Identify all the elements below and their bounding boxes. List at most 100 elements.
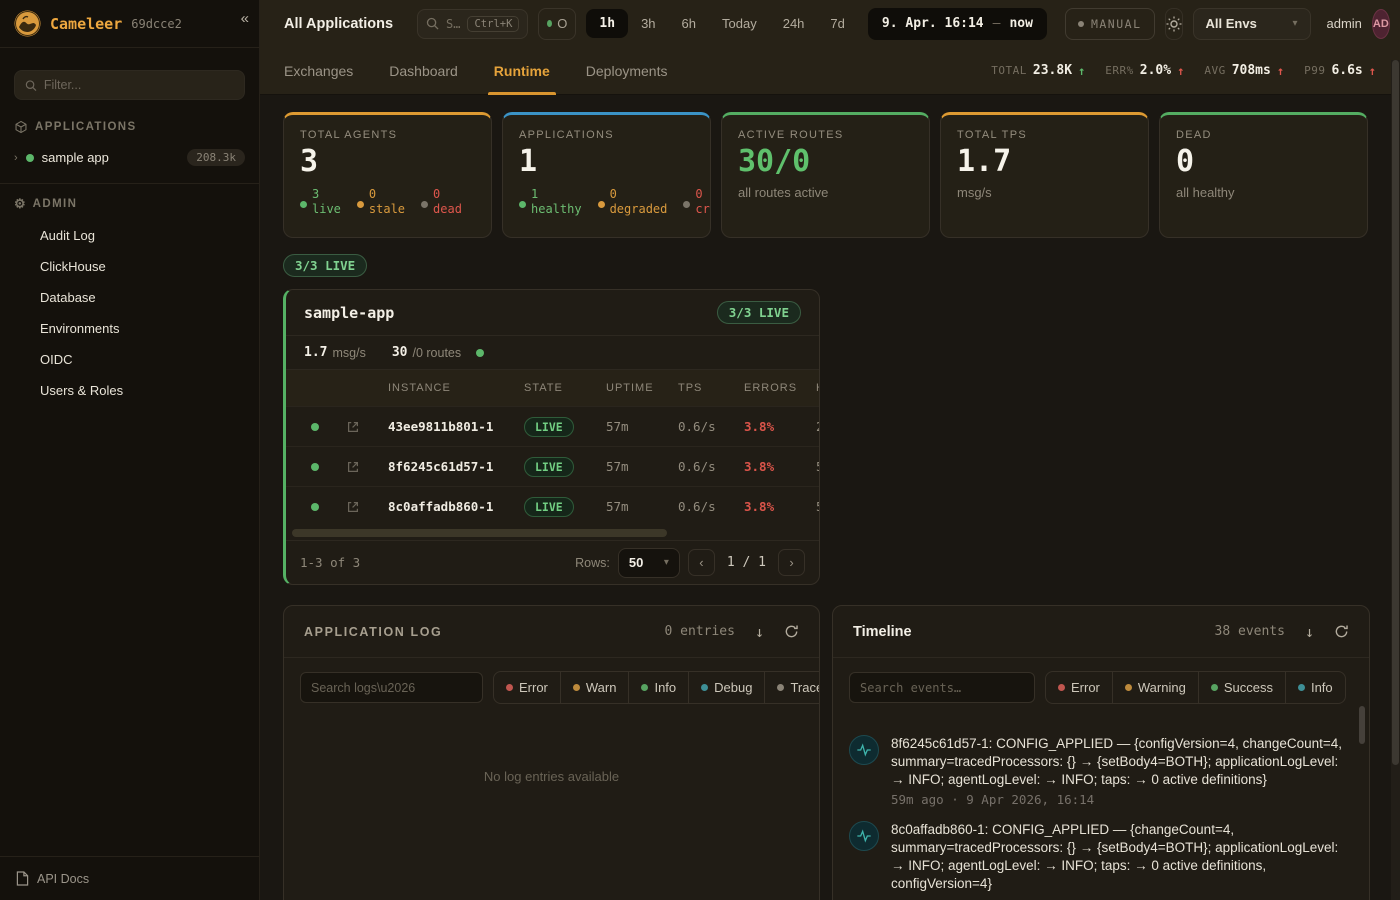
table-row[interactable]: 43ee9811b801-1 LIVE 57m 0.6/s 3.8% 2: [286, 406, 819, 446]
trend-up-icon: ↑: [1369, 64, 1376, 78]
col-extra: H: [816, 382, 820, 394]
substat-num: 0: [369, 187, 405, 202]
external-link-icon[interactable]: [346, 420, 360, 434]
refresh-icon[interactable]: [1334, 624, 1349, 639]
instance-id[interactable]: 8f6245c61d57-1: [374, 459, 524, 474]
timeline-event[interactable]: 8c0affadb860-1: CONFIG_APPLIED — {change…: [849, 821, 1353, 900]
table-horizontal-scrollbar[interactable]: [292, 529, 813, 537]
next-page-button[interactable]: ›: [778, 549, 805, 576]
scrollbar-thumb[interactable]: [1392, 60, 1399, 765]
tab-exchanges[interactable]: Exchanges: [284, 47, 353, 95]
time-range-24h[interactable]: 24h: [770, 9, 818, 38]
routes-unit: /0 routes: [412, 346, 461, 360]
card-label: TOTAL AGENTS: [300, 129, 475, 141]
theme-toggle-button[interactable]: [1165, 8, 1183, 40]
tab-deployments[interactable]: Deployments: [586, 47, 668, 95]
external-link-icon[interactable]: [346, 460, 360, 474]
application-log-panel: APPLICATION LOG 0 entries ↓: [283, 605, 820, 900]
sample-app-metrics: 1.7 msg/s 30 /0 routes: [286, 336, 819, 370]
tab-dashboard[interactable]: Dashboard: [389, 47, 458, 95]
card-value: 30/0: [738, 145, 913, 178]
filter-error[interactable]: Error: [1045, 671, 1113, 704]
card-dead: DEAD 0 all healthy: [1159, 112, 1368, 238]
tab-runtime[interactable]: Runtime: [494, 47, 550, 95]
substat-num: 0: [610, 187, 668, 202]
sidebar-item-clickhouse[interactable]: ClickHouse: [0, 251, 259, 282]
instance-id[interactable]: 43ee9811b801-1: [374, 419, 524, 434]
online-status-dot: [547, 20, 552, 27]
instance-id[interactable]: 8c0affadb860-1: [374, 499, 524, 514]
warning-dot: [1125, 684, 1132, 691]
sidebar-collapse-icon[interactable]: «: [241, 10, 249, 27]
table-row[interactable]: 8f6245c61d57-1 LIVE 57m 0.6/s 3.8% 5: [286, 446, 819, 486]
stat-total: TOTAL 23.8K ↑: [991, 63, 1085, 78]
keyboard-shortcut-badge: Ctrl+K: [467, 16, 519, 32]
applications-section-header: APPLICATIONS: [0, 100, 259, 142]
gear-icon: ⚙: [14, 196, 26, 212]
manual-mode-dot: [1078, 21, 1084, 27]
col-instance: INSTANCE: [374, 382, 524, 394]
log-entries-count: 0 entries: [665, 624, 735, 639]
rows-per-page-label: Rows:: [575, 556, 610, 570]
stat-label: AVG: [1204, 64, 1225, 77]
sidebar-item-users-roles[interactable]: Users & Roles: [0, 375, 259, 406]
timeline-search-input[interactable]: [849, 672, 1035, 703]
global-search[interactable]: S… Ctrl+K: [417, 9, 528, 39]
stat-label: ERR%: [1105, 64, 1134, 77]
substat-num: 3: [312, 187, 341, 202]
download-icon[interactable]: ↓: [755, 623, 764, 641]
time-range-7d[interactable]: 7d: [817, 9, 857, 38]
status-dot: [357, 201, 364, 208]
sidebar-item-database[interactable]: Database: [0, 282, 259, 313]
prev-page-button[interactable]: ‹: [688, 549, 715, 576]
stat-value: 6.6s: [1331, 63, 1362, 78]
log-toolbar: Error Warn Info Debug Trace: [284, 658, 819, 717]
info-dot: [641, 684, 648, 691]
filter-trace[interactable]: Trace: [764, 671, 820, 704]
timeline-event[interactable]: 8f6245c61d57-1: CONFIG_APPLIED — {config…: [849, 735, 1353, 807]
filter-debug[interactable]: Debug: [688, 671, 765, 704]
sidebar-item-sample-app[interactable]: › sample app 208.3k: [0, 142, 259, 175]
manual-refresh-toggle[interactable]: MANUAL: [1065, 8, 1155, 40]
refresh-icon[interactable]: [784, 624, 799, 639]
substat-label: healthy: [531, 202, 582, 217]
main-area: All Applications S… Ctrl+K O 1h 3h 6h To…: [260, 0, 1400, 900]
sidebar-item-audit-log[interactable]: Audit Log: [0, 220, 259, 251]
api-docs-link[interactable]: API Docs: [0, 856, 259, 900]
time-range-3h[interactable]: 3h: [628, 9, 668, 38]
filter-warn[interactable]: Warn: [560, 671, 630, 704]
stat-label: P99: [1304, 64, 1325, 77]
filter-info[interactable]: Info: [628, 671, 689, 704]
date-range-separator: –: [993, 16, 1001, 31]
time-range-today[interactable]: Today: [709, 9, 770, 38]
connection-status-button[interactable]: O: [538, 8, 576, 40]
download-icon[interactable]: ↓: [1305, 623, 1314, 641]
content-area: TOTAL AGENTS 3 3live 0stale 0dead: [260, 96, 1390, 900]
external-link-icon[interactable]: [346, 500, 360, 514]
status-dot: [683, 201, 690, 208]
environment-dropdown[interactable]: All Envs ▾: [1193, 8, 1311, 40]
log-search-input[interactable]: [300, 672, 483, 703]
time-range-1h[interactable]: 1h: [586, 9, 628, 38]
date-range-display[interactable]: 9. Apr. 16:14 – now: [868, 8, 1047, 40]
page-scrollbar[interactable]: [1391, 60, 1400, 900]
scrollbar-thumb[interactable]: [292, 529, 667, 537]
table-row[interactable]: 8c0affadb860-1 LIVE 57m 0.6/s 3.8% 5: [286, 486, 819, 526]
chevron-right-icon[interactable]: ›: [14, 152, 18, 164]
sidebar-item-oidc[interactable]: OIDC: [0, 344, 259, 375]
filter-success[interactable]: Success: [1198, 671, 1286, 704]
filter-info[interactable]: Info: [1285, 671, 1346, 704]
stat-label: TOTAL: [991, 64, 1027, 77]
time-range-6h[interactable]: 6h: [669, 9, 709, 38]
timeline-scrollbar-thumb[interactable]: [1359, 706, 1365, 744]
sidebar-filter[interactable]: [14, 70, 245, 100]
sidebar-item-environments[interactable]: Environments: [0, 313, 259, 344]
filter-warning[interactable]: Warning: [1112, 671, 1199, 704]
rows-per-page-value: 50: [629, 555, 643, 570]
avatar[interactable]: AD: [1372, 9, 1390, 39]
rows-per-page-dropdown[interactable]: 50 ▾: [618, 548, 680, 578]
filter-error[interactable]: Error: [493, 671, 561, 704]
filter-input[interactable]: [44, 78, 234, 92]
date-range-to: now: [1009, 16, 1032, 31]
card-label: DEAD: [1176, 129, 1351, 141]
